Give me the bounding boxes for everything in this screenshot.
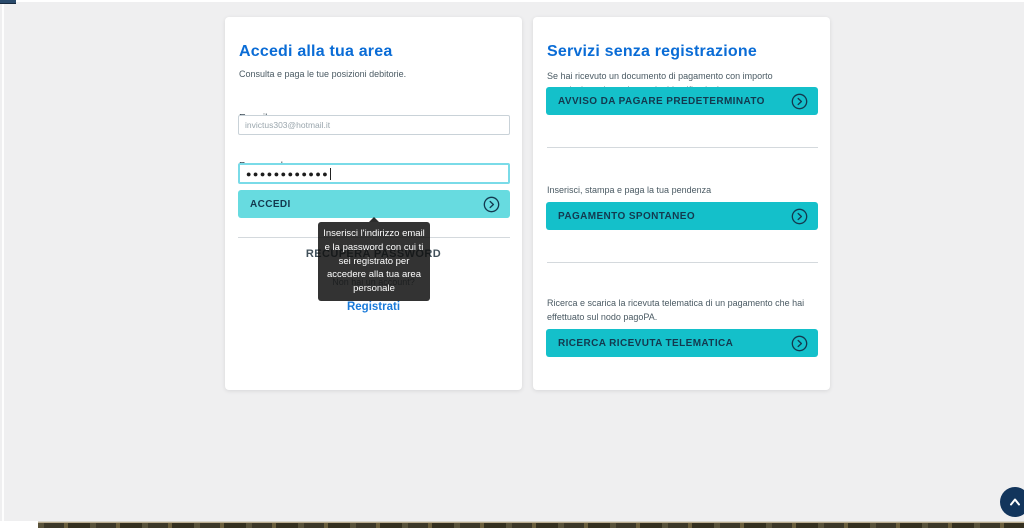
services-divider — [547, 262, 818, 263]
registrati-link[interactable]: Registrati — [225, 301, 522, 313]
left-edge-strip — [2, 4, 4, 521]
accedi-button[interactable]: ACCEDI — [238, 190, 510, 218]
top-edge-strip — [16, 0, 1024, 2]
email-input[interactable]: invictus303@hotmail.it — [238, 115, 510, 135]
password-masked-value: ●●●●●●●●●●●● — [246, 169, 329, 179]
tooltip-line: e la password con cui ti — [322, 241, 426, 255]
login-tooltip: Inserisci l'indirizzo email e la passwor… — [318, 222, 430, 301]
service-description-spontaneo: Inserisci, stampa e paga la tua pendenza — [547, 183, 814, 197]
avviso-button-label: AVVISO DA PAGARE PREDETERMINATO — [558, 96, 765, 107]
chevron-right-circle-icon — [483, 196, 500, 213]
avviso-da-pagare-button[interactable]: AVVISO DA PAGARE PREDETERMINATO — [546, 87, 818, 115]
tooltip-line: Inserisci l'indirizzo email — [322, 227, 426, 241]
services-divider — [547, 147, 818, 148]
login-title: Accedi alla tua area — [239, 43, 392, 61]
arrow-up-icon — [1007, 494, 1023, 510]
password-input[interactable]: ●●●●●●●●●●●● — [238, 163, 510, 184]
text-caret — [330, 168, 331, 180]
tooltip-line: personale — [322, 282, 426, 296]
tooltip-caret — [369, 217, 379, 222]
service-description-ricevuta: Ricerca e scarica la ricevuta telematica… — [547, 296, 814, 324]
back-to-top-button[interactable] — [1000, 487, 1024, 517]
ricevuta-button-label: RICERCA RICEVUTA TELEMATICA — [558, 338, 733, 349]
chevron-right-circle-icon — [791, 208, 808, 225]
login-subtitle: Consulta e paga le tue posizioni debitor… — [239, 69, 508, 79]
chevron-right-circle-icon — [791, 93, 808, 110]
services-card: Servizi senza registrazione Se hai ricev… — [533, 17, 830, 390]
email-value: invictus303@hotmail.it — [245, 120, 330, 130]
ricerca-ricevuta-button[interactable]: RICERCA RICEVUTA TELEMATICA — [546, 329, 818, 357]
chevron-right-circle-icon — [791, 335, 808, 352]
accedi-button-label: ACCEDI — [250, 199, 291, 210]
tooltip-line: accedere alla tua area — [322, 268, 426, 282]
footer-left-gap — [0, 521, 38, 528]
tooltip-line: sei registrato per — [322, 255, 426, 269]
pagamento-spontaneo-button[interactable]: PAGAMENTO SPONTANEO — [546, 202, 818, 230]
services-title: Servizi senza registrazione — [547, 43, 757, 61]
spontaneo-button-label: PAGAMENTO SPONTANEO — [558, 211, 695, 222]
pagopa-portal-page: Accedi alla tua area Consulta e paga le … — [0, 0, 1024, 528]
footer-image-strip — [38, 522, 1024, 528]
login-card: Accedi alla tua area Consulta e paga le … — [225, 17, 522, 390]
